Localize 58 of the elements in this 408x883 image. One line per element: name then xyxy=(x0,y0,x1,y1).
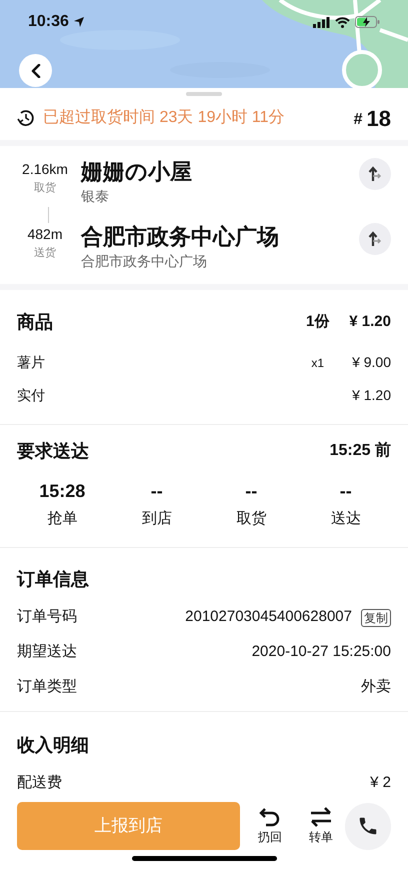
section-title: 订单信息 xyxy=(17,568,90,591)
info-label: 订单类型 xyxy=(17,677,78,698)
goods-quantity: x1 xyxy=(311,354,324,372)
order-hash: # xyxy=(354,110,363,130)
wifi-icon xyxy=(335,16,350,28)
info-label: 订单号码 xyxy=(17,607,78,628)
step-label: 送达 xyxy=(330,509,361,529)
stop-distance: 2.16km xyxy=(22,160,68,179)
step-label: 到店 xyxy=(142,509,172,529)
stop-address: 合肥市政务中心广场 xyxy=(81,252,208,271)
goods-price: ¥ 1.20 xyxy=(352,386,391,405)
copy-button[interactable]: 复制 xyxy=(361,608,391,626)
status-time: 10:36 xyxy=(28,12,69,32)
turn-arrow-icon xyxy=(368,231,382,247)
section-title: 要求送达 xyxy=(17,440,90,462)
phone-icon xyxy=(357,815,380,837)
turn-arrow-icon xyxy=(368,166,382,182)
step-time: -- xyxy=(245,480,258,503)
back-icon xyxy=(30,64,40,78)
goods-count: 1份 xyxy=(306,312,330,332)
overdue-text: 已超过取货时间 23天 19小时 11分 xyxy=(43,108,286,128)
signal-icon xyxy=(313,16,330,28)
drag-handle[interactable] xyxy=(186,92,222,96)
step-time: -- xyxy=(150,480,163,503)
goods-label: 实付 xyxy=(17,386,46,405)
stop-address: 银泰 xyxy=(81,187,110,206)
step-time: -- xyxy=(340,480,352,503)
goods-total: ¥ 1.20 xyxy=(349,312,391,332)
stop-distance: 482m xyxy=(27,225,63,244)
info-value: 外卖 xyxy=(361,677,391,698)
call-button[interactable] xyxy=(345,802,391,850)
stop-label: 取货 xyxy=(34,181,56,196)
info-label: 期望送达 xyxy=(17,642,78,662)
navigate-button[interactable] xyxy=(359,223,391,255)
info-value: 20102703045400628007 xyxy=(185,607,352,628)
income-value: ¥ 2 xyxy=(370,772,391,793)
action-button[interactable]: 转单 xyxy=(300,806,342,846)
section-title: 商品 xyxy=(17,310,54,334)
step-time: 15:28 xyxy=(39,480,86,503)
goods-label: 薯片 xyxy=(17,353,46,372)
info-value: 2020-10-27 15:25:00 xyxy=(252,642,391,662)
location-arrow-icon xyxy=(72,16,85,28)
navigate-button[interactable] xyxy=(359,158,391,190)
stop-name: 合肥市政务中心广场 xyxy=(81,223,280,251)
step-label: 取货 xyxy=(236,509,266,529)
delivery-deadline: 15:25 前 xyxy=(330,440,391,461)
undo-icon xyxy=(259,807,282,827)
goods-price: ¥ 9.00 xyxy=(352,353,391,372)
order-number: 18 xyxy=(366,104,391,132)
action-button[interactable]: 扔回 xyxy=(250,806,290,846)
swap-arrows-icon xyxy=(310,807,332,827)
income-label: 配送费 xyxy=(17,772,63,793)
section-title: 收入明细 xyxy=(17,734,90,757)
battery-charging-icon xyxy=(355,16,380,28)
step-label: 抢单 xyxy=(47,509,78,529)
stop-name: 姗姗の小屋 xyxy=(81,158,193,186)
stop-label: 送货 xyxy=(34,246,56,261)
clock-icon xyxy=(17,109,35,127)
